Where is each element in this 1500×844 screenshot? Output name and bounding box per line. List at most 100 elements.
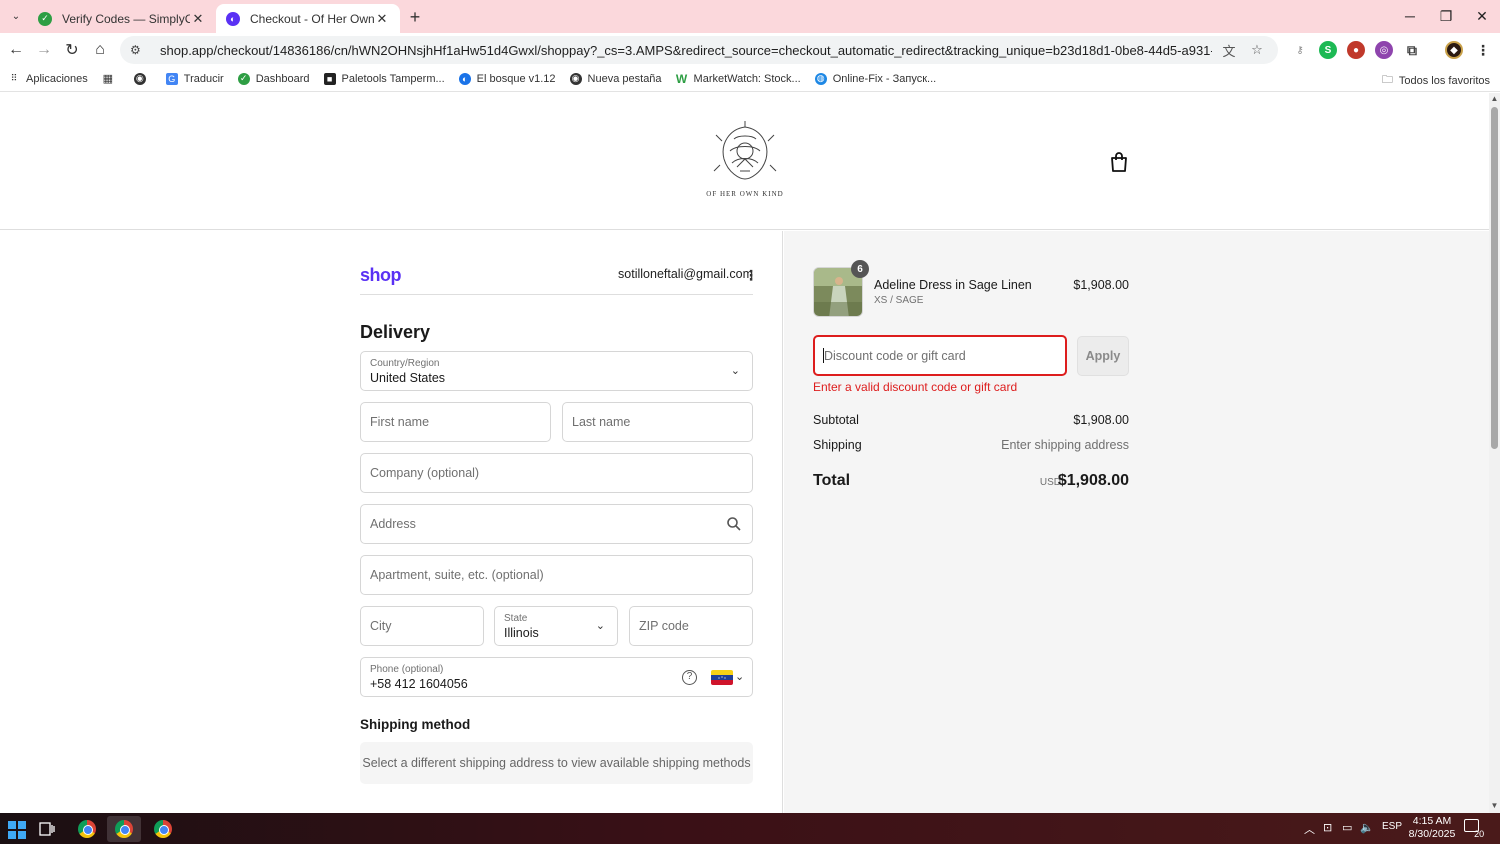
bookmark-globe[interactable]: ◉ bbox=[133, 72, 152, 85]
forward-arrow-icon[interactable]: → bbox=[32, 38, 56, 62]
password-key-icon[interactable]: ⚷ bbox=[1291, 41, 1309, 59]
help-circle-icon[interactable]: ? bbox=[682, 670, 697, 685]
reload-icon[interactable]: ↻ bbox=[60, 38, 84, 62]
product-variant: XS / SAGE bbox=[874, 295, 924, 306]
close-tab-icon[interactable]: ✕ bbox=[190, 11, 206, 27]
address-placeholder: Address bbox=[370, 517, 416, 531]
address-field[interactable]: Address bbox=[360, 504, 753, 544]
clock-date: 8/30/2025 bbox=[1408, 828, 1456, 840]
back-arrow-icon[interactable]: ← bbox=[4, 38, 28, 62]
product-price: $1,908.00 bbox=[1073, 278, 1129, 292]
checkout-form-column: shop sotilloneftali@gmail.com ⋮ Delivery… bbox=[0, 231, 783, 813]
network-icon[interactable]: ▭ bbox=[1342, 821, 1352, 834]
total-label: Total bbox=[813, 472, 851, 489]
delivery-heading: Delivery bbox=[360, 322, 431, 342]
bookmark-label: Traducir bbox=[183, 72, 224, 85]
total-row: Total USD $1,908.00 bbox=[813, 472, 1129, 490]
extension-red-icon[interactable]: ● bbox=[1347, 41, 1365, 59]
tab-search-chevron-icon[interactable]: ⌄ bbox=[6, 6, 26, 26]
bookmark-star-icon[interactable]: ☆ bbox=[1246, 42, 1268, 58]
chevron-down-icon: ⌄ bbox=[730, 365, 740, 377]
tab-simplycodes[interactable]: ✓ Verify Codes — SimplyCodes ✕ bbox=[28, 4, 216, 33]
tray-chevron-up-icon[interactable]: ︿ bbox=[1304, 821, 1315, 837]
chrome-taskbar-icon-active[interactable] bbox=[107, 816, 141, 842]
task-view-icon[interactable] bbox=[30, 816, 64, 842]
clock-time: 4:15 AM bbox=[1412, 815, 1452, 827]
apartment-field[interactable]: Apartment, suite, etc. (optional) bbox=[360, 555, 753, 595]
bookmarks-bar: ⠿ Aplicaciones ▦ ◉ G Traducir ✓ Dashboar… bbox=[0, 66, 1500, 92]
chevron-down-icon[interactable]: ⌄ bbox=[735, 670, 744, 683]
folder-icon: 🗀 bbox=[1381, 74, 1393, 86]
simplycodes-extension-icon[interactable]: S bbox=[1319, 41, 1337, 59]
bookmark-label: Dashboard bbox=[255, 72, 310, 85]
company-field[interactable]: Company (optional) bbox=[360, 453, 753, 493]
close-window-icon[interactable]: ✕ bbox=[1465, 4, 1499, 28]
bookmark-dashboard[interactable]: ✓ Dashboard bbox=[237, 72, 310, 85]
page-scrollbar[interactable]: ▲ ▼ bbox=[1489, 93, 1500, 813]
first-name-placeholder: First name bbox=[370, 415, 430, 429]
subtotal-value: $1,908.00 bbox=[1073, 413, 1129, 427]
bookmark-el-bosque[interactable]: ◐ El bosque v1.12 bbox=[458, 72, 556, 85]
city-placeholder: City bbox=[370, 619, 392, 633]
bookmark-online-fix[interactable]: ◍ Online-Fix - Запуск... bbox=[814, 72, 937, 85]
bookmark-marketwatch[interactable]: W MarketWatch: Stock... bbox=[676, 72, 801, 86]
profile-avatar-icon[interactable]: ◆ bbox=[1445, 41, 1463, 59]
extension-purple-icon[interactable]: ◎ bbox=[1375, 41, 1393, 59]
tray-device-icon[interactable]: ⊡ bbox=[1323, 821, 1332, 834]
site-info-icon[interactable]: ⚙ bbox=[130, 43, 148, 57]
home-icon[interactable]: ⌂ bbox=[88, 38, 112, 62]
store-logo[interactable]: OF HER OWN KIND bbox=[704, 121, 786, 201]
url-text[interactable]: shop.app/checkout/14836186/cn/hWN2OHNsjh… bbox=[160, 43, 1212, 58]
bookmark-grid[interactable]: ▦ bbox=[102, 73, 120, 85]
notification-center-icon[interactable]: 20 bbox=[1464, 819, 1492, 839]
apply-discount-button[interactable]: Apply bbox=[1077, 336, 1129, 376]
bookmark-label: Paletools Tamperm... bbox=[341, 72, 445, 85]
paletools-icon: ■ bbox=[323, 72, 336, 85]
state-select[interactable]: State Illinois ⌄ bbox=[494, 606, 618, 646]
phone-value: +58 412 1604056 bbox=[370, 677, 468, 691]
extensions-puzzle-icon[interactable]: ⧉ bbox=[1403, 41, 1421, 59]
discount-code-input[interactable]: Discount code or gift card bbox=[813, 335, 1067, 376]
bookmark-paletools[interactable]: ■ Paletools Tamperm... bbox=[323, 72, 445, 85]
bookmark-nueva-pestana[interactable]: ◉ Nueva pestaña bbox=[569, 72, 662, 85]
first-name-field[interactable]: First name bbox=[360, 402, 551, 442]
chrome-taskbar-icon[interactable] bbox=[146, 816, 180, 842]
scroll-up-arrow-icon[interactable]: ▲ bbox=[1490, 94, 1499, 103]
new-tab-plus-icon[interactable]: + bbox=[404, 6, 426, 28]
zip-field[interactable]: ZIP code bbox=[629, 606, 753, 646]
apps-grid-icon: ⠿ bbox=[10, 73, 18, 83]
subtotal-row: Subtotal $1,908.00 bbox=[813, 413, 1129, 427]
bookmark-traducir[interactable]: G Traducir bbox=[165, 72, 224, 85]
discount-placeholder: Discount code or gift card bbox=[824, 349, 966, 363]
tab-checkout[interactable]: ◐ Checkout - Of Her Own Kind ✕ bbox=[216, 4, 400, 33]
close-tab-icon[interactable]: ✕ bbox=[374, 11, 390, 27]
venezuela-flag-icon[interactable] bbox=[711, 670, 733, 685]
address-bar[interactable]: ⚙ shop.app/checkout/14836186/cn/hWN2OHNs… bbox=[120, 36, 1278, 64]
scrollbar-thumb[interactable] bbox=[1491, 107, 1498, 449]
browser-menu-icon[interactable]: ⋮ bbox=[1474, 41, 1492, 59]
globe-icon: ◉ bbox=[133, 72, 146, 85]
store-crest-icon bbox=[713, 121, 777, 180]
phone-label: Phone (optional) bbox=[370, 664, 444, 675]
windows-start-icon[interactable] bbox=[0, 817, 34, 843]
city-field[interactable]: City bbox=[360, 606, 484, 646]
account-menu-icon[interactable]: ⋮ bbox=[744, 267, 758, 284]
minimize-icon[interactable]: ─ bbox=[1393, 4, 1427, 28]
volume-icon[interactable]: 🔈 bbox=[1360, 821, 1374, 834]
country-select[interactable]: Country/Region United States ⌄ bbox=[360, 351, 753, 391]
scroll-down-arrow-icon[interactable]: ▼ bbox=[1490, 801, 1499, 810]
restore-icon[interactable]: ❐ bbox=[1429, 4, 1463, 28]
input-language[interactable]: ESP bbox=[1382, 821, 1402, 832]
bookmark-label: Online-Fix - Запуск... bbox=[832, 72, 937, 85]
all-bookmarks[interactable]: 🗀 Todos los favoritos bbox=[1382, 71, 1490, 90]
translate-icon: G bbox=[165, 72, 178, 85]
bookmark-apps[interactable]: ⠿ Aplicaciones bbox=[8, 73, 88, 85]
phone-field[interactable]: Phone (optional) +58 412 1604056 ? ⌄ bbox=[360, 657, 753, 697]
taskbar-clock[interactable]: 4:15 AM 8/30/2025 bbox=[1400, 815, 1464, 841]
translate-page-icon[interactable]: 文 bbox=[1218, 41, 1240, 60]
tab-title: Checkout - Of Her Own Kind bbox=[250, 11, 374, 26]
last-name-field[interactable]: Last name bbox=[562, 402, 753, 442]
chrome-taskbar-icon[interactable] bbox=[70, 816, 104, 842]
subtotal-label: Subtotal bbox=[813, 413, 859, 427]
shopping-bag-icon[interactable] bbox=[1109, 151, 1129, 173]
